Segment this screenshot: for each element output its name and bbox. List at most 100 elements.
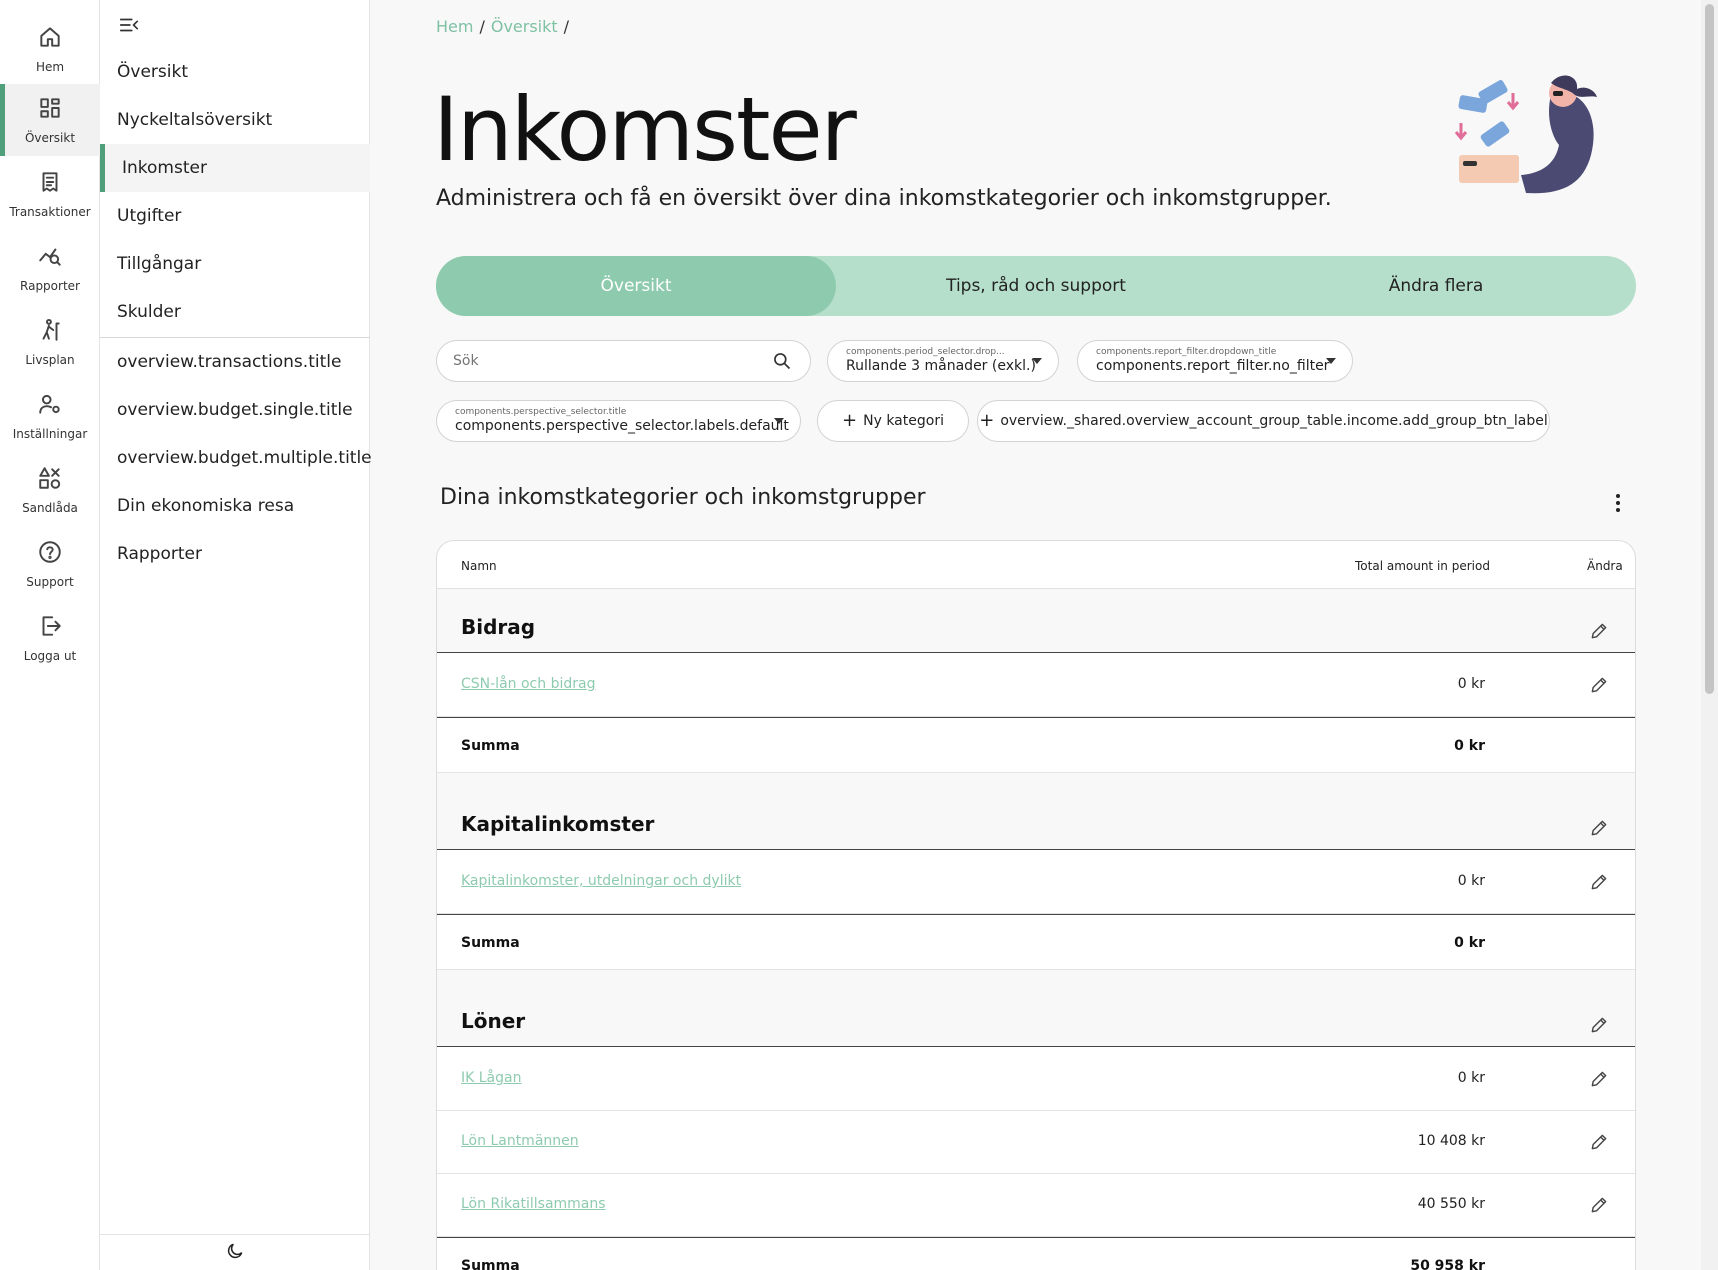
page-scrollbar[interactable] [1701,0,1718,1270]
rail-item-livsplan[interactable]: Livsplan [0,306,100,378]
subnav-item-ekonomiska-resa[interactable]: Din ekonomiska resa [100,482,370,530]
row-amount: 0 kr [1457,1070,1485,1086]
category-link[interactable]: Lön Rikatillsammans [461,1196,606,1212]
group-header: Kapitalinkomster [437,786,1635,850]
secondary-nav: Översikt Nyckeltalsöversikt Inkomster Ut… [100,0,372,1270]
perspective-selector-title: components.perspective_selector.title [455,407,627,417]
breadcrumb-link-hem[interactable]: Hem [436,17,473,36]
tab-oversikt[interactable]: Översikt [436,256,836,316]
new-category-button[interactable]: + Ny kategori [817,400,969,442]
sum-row: Summa 0 kr [437,914,1635,970]
subnav-item-nyckeltalsoversikt[interactable]: Nyckeltalsöversikt [100,96,370,144]
tab-tips[interactable]: Tips, råd och support [836,256,1236,316]
edit-pencil-icon[interactable] [1589,1132,1609,1152]
subnav-item-oversikt[interactable]: Översikt [100,48,370,96]
tab-bar: Översikt Tips, råd och support Ändra fle… [436,256,1636,316]
group-name: Kapitalinkomster [461,812,655,836]
icon-rail: Hem Översikt Transaktioner Rapporter Liv… [0,0,100,1270]
rail-label: Sandlåda [22,501,78,515]
column-header-amount: Total amount in period [1355,559,1490,573]
shapes-icon [37,465,63,495]
subnav-item-utgifter[interactable]: Utgifter [100,192,370,240]
group-name: Bidrag [461,615,536,639]
rail-label: Livsplan [25,353,75,367]
edit-pencil-icon[interactable] [1589,621,1609,641]
user-settings-icon [37,391,63,421]
edit-pencil-icon[interactable] [1589,872,1609,892]
subnav-item-inkomster[interactable]: Inkomster [100,144,370,192]
subnav-item-budget-single[interactable]: overview.budget.single.title [100,386,370,434]
rail-item-sandlada[interactable]: Sandlåda [0,454,100,526]
main-content: Hem / Översikt / Inkomster Administrera … [371,0,1701,1270]
tab-andra-flera[interactable]: Ändra flera [1236,256,1636,316]
sum-label: Summa [461,935,520,951]
search-box [436,340,811,382]
edit-pencil-icon[interactable] [1589,1069,1609,1089]
table-row: Kapitalinkomster, utdelningar och dylikt… [437,851,1635,914]
breadcrumb-link-oversikt[interactable]: Översikt [491,17,558,36]
edit-pencil-icon[interactable] [1589,1195,1609,1215]
hiker-icon [37,317,63,347]
report-filter-title: components.report_filter.dropdown_title [1096,347,1277,357]
rail-item-transaktioner[interactable]: Transaktioner [0,158,100,230]
table-header: Namn Total amount in period Ändra [437,541,1635,589]
rail-label: Hem [35,60,65,74]
search-input[interactable] [453,353,753,369]
subnav-item-budget-multiple[interactable]: overview.budget.multiple.title [100,434,372,482]
rail-item-hem[interactable]: Hem [0,13,100,85]
collapse-menu-icon[interactable] [118,14,142,38]
add-group-button[interactable]: + overview._shared.overview_account_grou… [977,400,1550,442]
breadcrumb-separator: / [563,17,570,36]
subnav-item-skulder[interactable]: Skulder [100,288,370,336]
period-selector[interactable]: components.period_selector.drop... Rulla… [827,340,1059,382]
category-link[interactable]: CSN-lån och bidrag [461,676,595,692]
more-options-icon[interactable] [1611,492,1625,514]
search-icon[interactable] [772,351,792,371]
sum-amount: 0 kr [1454,738,1485,754]
edit-pencil-icon[interactable] [1589,1015,1609,1035]
subnav-item-transactions[interactable]: overview.transactions.title [100,338,370,386]
page-title: Inkomster [433,78,857,181]
table-row: Lön Rikatillsammans 40 550 kr [437,1174,1635,1237]
add-group-label: overview._shared.overview_account_group_… [1000,413,1548,429]
row-amount: 40 550 kr [1417,1196,1485,1212]
moon-icon [225,1241,245,1265]
table-row: IK Lågan 0 kr [437,1048,1635,1111]
rail-label: Rapporter [20,279,80,293]
rail-item-installningar[interactable]: Inställningar [0,380,100,452]
report-filter-dropdown[interactable]: components.report_filter.dropdown_title … [1077,340,1353,382]
rail-item-oversikt[interactable]: Översikt [0,84,100,156]
group-header: Bidrag [437,589,1635,653]
caret-down-icon [774,418,784,424]
caret-down-icon [1326,358,1336,364]
group-name: Löner [461,1009,526,1033]
rail-label: Inställningar [12,427,88,441]
table-row: Lön Lantmännen 10 408 kr [437,1111,1635,1174]
scrollbar-thumb[interactable] [1705,4,1714,694]
subnav-item-tillgangar[interactable]: Tillgångar [100,240,370,288]
edit-pencil-icon[interactable] [1589,818,1609,838]
plus-icon: + [979,410,995,431]
edit-pencil-icon[interactable] [1589,675,1609,695]
new-category-label: Ny kategori [863,413,944,429]
rail-label: Översikt [24,131,76,145]
sum-amount: 50 958 kr [1410,1258,1485,1270]
sum-amount: 0 kr [1454,935,1485,951]
group-header: Löner [437,983,1635,1047]
category-link[interactable]: Lön Lantmännen [461,1133,579,1149]
logout-icon [37,613,63,643]
period-selector-value: Rullande 3 månader (exkl.) [846,358,1036,374]
column-header-edit: Ändra [1587,559,1623,573]
sum-label: Summa [461,1258,520,1270]
theme-toggle[interactable] [100,1234,370,1270]
category-link[interactable]: IK Lågan [461,1070,521,1086]
rail-item-support[interactable]: Support [0,528,100,600]
rail-label: Support [26,575,74,589]
section-title: Dina inkomstkategorier och inkomstgruppe… [440,485,926,510]
rail-item-logga-ut[interactable]: Logga ut [0,602,100,674]
rail-item-rapporter[interactable]: Rapporter [0,232,100,304]
perspective-selector[interactable]: components.perspective_selector.title co… [436,400,801,442]
subnav-item-rapporter[interactable]: Rapporter [100,530,370,578]
breadcrumb: Hem / Översikt / [436,17,569,36]
category-link[interactable]: Kapitalinkomster, utdelningar och dylikt [461,873,741,889]
